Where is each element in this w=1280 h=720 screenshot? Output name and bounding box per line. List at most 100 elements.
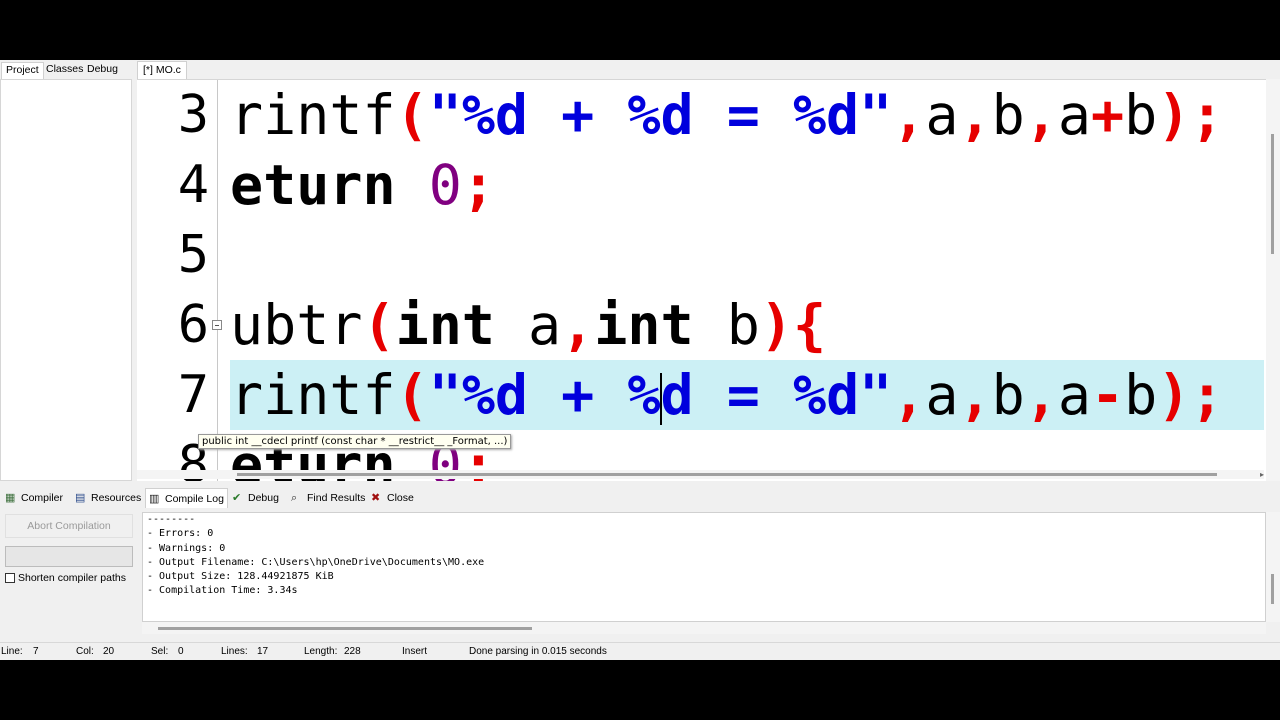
code-text: rintf("%d + %d = %d",a,b,a+b); [230, 80, 1224, 150]
scrollbar-thumb[interactable] [237, 473, 1217, 476]
code-line[interactable]: 3 rintf("%d + %d = %d",a,b,a+b); [137, 80, 1264, 150]
tab-classes[interactable]: Classes [42, 62, 87, 79]
status-lines-value: 17 [257, 646, 269, 657]
code-editor[interactable]: 3 rintf("%d + %d = %d",a,b,a+b); 4 eturn 0;… [137, 79, 1280, 481]
fold-collapse-icon[interactable] [212, 320, 222, 330]
tab-compile-log[interactable]: ▥ Compile Log [145, 488, 228, 508]
left-pane-tabs: Project Classes Debug [0, 60, 132, 79]
tab-label: Resources [91, 492, 142, 504]
code-token: , [1024, 83, 1058, 147]
scrollbar-thumb[interactable] [1271, 574, 1274, 604]
find-results-icon: ⌕ [291, 492, 298, 504]
code-token: int [594, 293, 694, 357]
code-token: a [925, 363, 959, 427]
check-debug-icon: ✔ [232, 492, 242, 504]
ide-window: Project Classes Debug [*] MO.c 3 rintf("%… [0, 60, 1280, 660]
status-lines-label: Lines: [221, 646, 248, 657]
code-text: rintf("%d + %d = %d",a,b,a-b); [230, 360, 1224, 430]
compile-progress-bar [5, 546, 133, 567]
code-token: + [1091, 83, 1125, 147]
project-panel[interactable] [0, 79, 132, 481]
code-token: 0 [428, 153, 462, 217]
code-token: - [1091, 363, 1125, 427]
function-signature-tooltip: public int __cdecl printf (const char * … [198, 434, 512, 449]
status-insert-mode: Insert [402, 646, 428, 657]
code-line[interactable]: 4 eturn 0; [137, 150, 1264, 220]
code-token: , [958, 83, 992, 147]
tab-debug[interactable]: Debug [83, 62, 122, 79]
code-token: rintf [230, 83, 396, 147]
code-token: ); [1157, 83, 1224, 147]
code-token: , [1024, 363, 1058, 427]
log-line: - Output Filename: C:\Users\hp\OneDrive\… [147, 556, 485, 568]
scrollbar-thumb[interactable] [158, 627, 532, 630]
tab-label: Find Results [307, 492, 366, 504]
tab-compiler[interactable]: ▦ Compiler [2, 488, 66, 508]
status-col-value: 20 [103, 646, 115, 657]
bottom-panel-tabs: ▦ Compiler ▤ Resources ▥ Compile Log ✔ Debug ⌕ Fi… [0, 488, 1280, 508]
log-line: - Warnings: 0 [147, 542, 226, 554]
tab-find-results[interactable]: ⌕ Find Results [288, 488, 368, 508]
code-line[interactable]: 5 [137, 220, 1264, 290]
code-text: ubtr(int a,int b){ [230, 290, 826, 360]
code-token: b [1124, 83, 1158, 147]
abort-compilation-button[interactable]: Abort Compilation [5, 514, 133, 538]
tab-project[interactable]: Project [1, 62, 44, 79]
log-vertical-scrollbar[interactable] [1266, 512, 1280, 622]
compile-log-output[interactable]: -------- - Errors: 0 - Warnings: 0 - Output… [142, 512, 1266, 622]
shorten-paths-option[interactable]: Shorten compiler paths [5, 572, 126, 584]
log-line: - Output Size: 128.44921875 KiB [147, 571, 334, 583]
code-token: b [991, 83, 1025, 147]
status-length-label: Length: [304, 646, 338, 657]
code-token: eturn [230, 153, 396, 217]
code-token: , [892, 363, 926, 427]
log-horizontal-scrollbar[interactable] [142, 622, 1266, 634]
line-number: 7 [177, 365, 209, 425]
log-line: -------- [147, 514, 196, 525]
log-line: - Errors: 0 [147, 528, 214, 540]
code-text: eturn 0; [230, 150, 495, 220]
code-token: a [1057, 83, 1092, 147]
editor-file-tab[interactable]: [*] MO.c [137, 61, 187, 79]
code-line[interactable]: 6 ubtr(int a,int b){ [137, 290, 1264, 360]
code-token: , [958, 363, 992, 427]
status-bar: Line: 7 Col: 20 Sel: 0 Lines: 17 Length:… [0, 642, 1280, 660]
status-col-label: Col: [76, 646, 94, 657]
status-sel-value: 0 [178, 646, 184, 657]
code-token: "%d + % [428, 363, 661, 427]
editor-vertical-scrollbar[interactable] [1266, 79, 1280, 481]
code-token: b [693, 293, 760, 357]
scrollbar-thumb[interactable] [1271, 134, 1274, 254]
code-token: a [925, 83, 959, 147]
code-token: a [1057, 363, 1092, 427]
code-token: b [1124, 363, 1158, 427]
status-length-value: 228 [344, 646, 361, 657]
code-line[interactable]: 7 rintf("%d + %d = %d",a,b,a-b); [178, 360, 1264, 430]
code-token: ( [395, 83, 429, 147]
log-line: - Compilation Time: 3.34s [147, 585, 298, 597]
code-token: d = %d" [660, 363, 893, 427]
editor-horizontal-scrollbar[interactable]: ▸ [137, 470, 1264, 479]
code-token: ( [395, 363, 429, 427]
shorten-paths-checkbox[interactable] [5, 573, 15, 583]
status-sel-label: Sel: [151, 646, 169, 657]
code-token: ); [1157, 363, 1224, 427]
code-token: ) [759, 293, 793, 357]
code-token: ; [461, 153, 495, 217]
tab-close[interactable]: ✖ Close [368, 488, 417, 508]
tab-resources[interactable]: ▤ Resources [72, 488, 144, 508]
bar-chart-icon: ▥ [149, 492, 160, 505]
scroll-right-icon[interactable]: ▸ [1260, 470, 1264, 479]
code-token: a [494, 293, 562, 357]
shorten-paths-label: Shorten compiler paths [18, 572, 126, 584]
compiler-grid-icon: ▦ [5, 492, 16, 504]
code-token: rintf [230, 363, 396, 427]
line-number: 6 [177, 295, 209, 355]
code-token: int [395, 293, 495, 357]
tab-label: Close [387, 492, 414, 504]
code-token: ubtr [230, 293, 363, 357]
code-token: "%d + %d = %d" [428, 83, 893, 147]
tab-debug[interactable]: ✔ Debug [229, 488, 282, 508]
status-line-label: Line: [1, 646, 23, 657]
